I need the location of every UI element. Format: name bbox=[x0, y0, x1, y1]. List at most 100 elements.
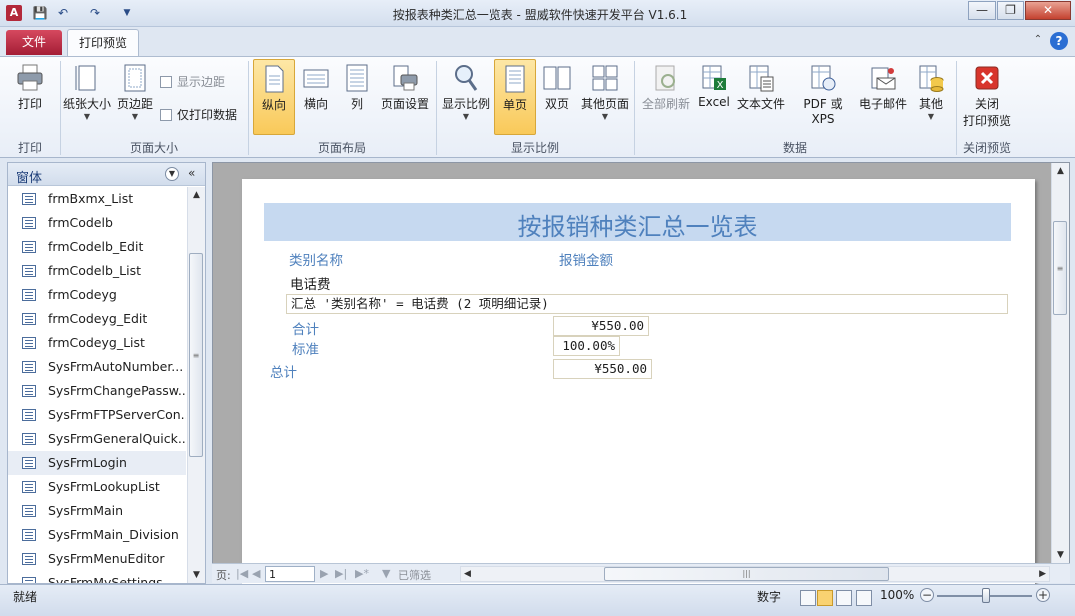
page-setup-button[interactable]: 页面设置 bbox=[377, 59, 433, 135]
subtotal-label: 合计 bbox=[292, 322, 319, 338]
close-window-button[interactable]: ✕ bbox=[1025, 1, 1071, 20]
margins-button[interactable]: 页边距 ▼ bbox=[114, 59, 156, 135]
nav-item-form[interactable]: frmCodelb bbox=[8, 211, 186, 235]
export-excel-button[interactable]: X Excel bbox=[696, 59, 732, 135]
form-object-icon bbox=[22, 529, 36, 541]
subtotal-value: ¥550.00 bbox=[553, 316, 649, 336]
first-page-icon[interactable]: |◀ bbox=[236, 567, 248, 580]
tab-print-preview[interactable]: 打印预览 bbox=[67, 29, 139, 57]
nav-item-form[interactable]: SysFrmAutoNumber... bbox=[8, 355, 186, 379]
export-pdf-xps-button[interactable]: PDF 或 XPS bbox=[790, 59, 856, 135]
last-page-icon[interactable]: ▶| bbox=[335, 567, 347, 580]
nav-item-form[interactable]: frmCodeyg_Edit bbox=[8, 307, 186, 331]
form-object-icon bbox=[22, 337, 36, 349]
nav-item-form[interactable]: SysFrmLookupList bbox=[8, 475, 186, 499]
chevron-down-icon: ▼ bbox=[462, 112, 470, 121]
columns-button[interactable]: 列 bbox=[339, 59, 375, 135]
export-more-button[interactable]: 其他 ▼ bbox=[912, 59, 950, 135]
nav-item-form[interactable]: SysFrmMenuEditor bbox=[8, 547, 186, 571]
form-object-icon bbox=[22, 457, 36, 469]
help-icon[interactable]: ? bbox=[1050, 32, 1068, 50]
zoom-in-icon[interactable]: + bbox=[1036, 588, 1050, 602]
nav-category-dropdown-icon[interactable]: ▼ bbox=[165, 167, 179, 181]
scroll-down-arrow-icon[interactable]: ▼ bbox=[1052, 547, 1069, 563]
report-view-icon[interactable] bbox=[800, 590, 816, 606]
nav-item-label: SysFrmMySettings bbox=[48, 575, 163, 583]
filter-funnel-icon[interactable]: ▼ bbox=[382, 567, 390, 580]
zoom-slider-thumb[interactable] bbox=[982, 588, 990, 603]
scroll-up-arrow-icon[interactable]: ▲ bbox=[1052, 163, 1069, 179]
scroll-up-arrow-icon[interactable]: ▲ bbox=[188, 187, 205, 203]
print-preview-view-icon[interactable] bbox=[817, 590, 833, 606]
nav-item-label: frmCodelb bbox=[48, 215, 113, 230]
new-record-icon[interactable]: ▶* bbox=[355, 567, 369, 580]
horizontal-scroll-thumb[interactable]: ||| bbox=[604, 567, 889, 581]
nav-scroll-thumb[interactable]: ≡ bbox=[189, 253, 203, 457]
nav-scrollbar[interactable]: ▲ ≡ ▼ bbox=[187, 187, 205, 583]
preview-vertical-scrollbar[interactable]: ▲ ≡ ▼ bbox=[1051, 163, 1069, 563]
page-label: 页: bbox=[216, 569, 231, 582]
layout-view-icon[interactable] bbox=[836, 590, 852, 606]
preview-scroll-thumb[interactable]: ≡ bbox=[1053, 221, 1067, 315]
nav-item-form[interactable]: SysFrmLogin bbox=[8, 451, 186, 475]
show-margins-checkbox[interactable]: 显示边距 bbox=[160, 73, 225, 89]
refresh-all-button[interactable]: 全部刷新 bbox=[638, 59, 694, 135]
portrait-button[interactable]: 纵向 bbox=[253, 59, 295, 135]
nav-item-form[interactable]: SysFrmChangePassw... bbox=[8, 379, 186, 403]
access-app-icon[interactable]: A bbox=[6, 5, 22, 21]
group-label-zoom: 显示比例 bbox=[510, 141, 559, 155]
text-file-icon bbox=[749, 65, 774, 92]
nav-item-label: frmCodelb_List bbox=[48, 263, 142, 278]
nav-item-form[interactable]: frmCodelb_Edit bbox=[8, 235, 186, 259]
customize-qat-icon[interactable]: ▼ bbox=[118, 5, 136, 21]
nav-pane-title[interactable]: 窗体 bbox=[16, 167, 42, 186]
status-text: 就绪 bbox=[13, 590, 38, 604]
more-pages-icon bbox=[592, 65, 618, 91]
scroll-left-arrow-icon[interactable]: ◀ bbox=[464, 567, 471, 581]
nav-item-form[interactable]: SysFrmMySettings bbox=[8, 571, 186, 583]
maximize-button[interactable]: ❐ bbox=[997, 1, 1024, 20]
minimize-button[interactable]: — bbox=[968, 1, 996, 20]
next-page-icon[interactable]: ▶ bbox=[320, 567, 328, 580]
save-icon[interactable]: 💾 bbox=[31, 5, 49, 21]
svg-text:X: X bbox=[717, 80, 724, 91]
nav-item-label: frmCodeyg_List bbox=[48, 335, 145, 350]
paper-size-button[interactable]: 纸张大小 ▼ bbox=[62, 59, 112, 135]
nav-item-label: SysFrmMain_Division bbox=[48, 527, 179, 542]
minimize-ribbon-icon[interactable]: ⌃ bbox=[1032, 34, 1044, 46]
previous-page-icon[interactable]: ◀ bbox=[252, 567, 260, 580]
collapse-nav-pane-icon[interactable]: « bbox=[188, 166, 195, 180]
undo-icon[interactable]: ↶ bbox=[54, 5, 72, 21]
more-export-icon bbox=[919, 65, 944, 92]
nav-item-form[interactable]: frmCodelb_List bbox=[8, 259, 186, 283]
nav-item-form[interactable]: SysFrmFTPServerCon... bbox=[8, 403, 186, 427]
print-data-only-checkbox[interactable]: 仅打印数据 bbox=[160, 106, 237, 122]
one-page-button[interactable]: 单页 bbox=[494, 59, 536, 135]
two-pages-button[interactable]: 双页 bbox=[538, 59, 576, 135]
landscape-button[interactable]: 横向 bbox=[297, 59, 335, 135]
tab-file[interactable]: 文件 bbox=[6, 30, 62, 55]
preview-horizontal-scrollbar[interactable]: ◀ ||| ▶ bbox=[460, 566, 1050, 582]
zoom-out-icon[interactable]: − bbox=[920, 588, 934, 602]
nav-item-form[interactable]: frmBxmx_List bbox=[8, 187, 186, 211]
export-text-file-button[interactable]: 文本文件 bbox=[734, 59, 788, 135]
print-button[interactable]: 打印 bbox=[8, 59, 52, 135]
scroll-right-arrow-icon[interactable]: ▶ bbox=[1039, 567, 1046, 581]
more-pages-button[interactable]: 其他页面 ▼ bbox=[578, 59, 632, 135]
nav-item-form[interactable]: frmCodeyg_List bbox=[8, 331, 186, 355]
zoom-button[interactable]: 显示比例 ▼ bbox=[440, 59, 492, 135]
scroll-down-arrow-icon[interactable]: ▼ bbox=[188, 567, 205, 583]
redo-icon[interactable]: ↷ bbox=[86, 5, 104, 21]
export-email-button[interactable]: 电子邮件 bbox=[858, 59, 908, 135]
nav-item-form[interactable]: SysFrmMain bbox=[8, 499, 186, 523]
nav-item-form[interactable]: SysFrmMain_Division bbox=[8, 523, 186, 547]
nav-item-form[interactable]: frmCodeyg bbox=[8, 283, 186, 307]
nav-item-label: frmCodeyg bbox=[48, 287, 117, 302]
close-print-preview-button[interactable]: 关闭 打印预览 bbox=[960, 59, 1014, 135]
page-number-input[interactable]: 1 bbox=[265, 566, 315, 582]
design-view-icon[interactable] bbox=[856, 590, 872, 606]
filtered-indicator[interactable]: 已筛选 bbox=[398, 567, 431, 583]
nav-item-label: SysFrmLookupList bbox=[48, 479, 160, 494]
chevron-down-icon: ▼ bbox=[601, 112, 609, 121]
nav-item-form[interactable]: SysFrmGeneralQuick... bbox=[8, 427, 186, 451]
